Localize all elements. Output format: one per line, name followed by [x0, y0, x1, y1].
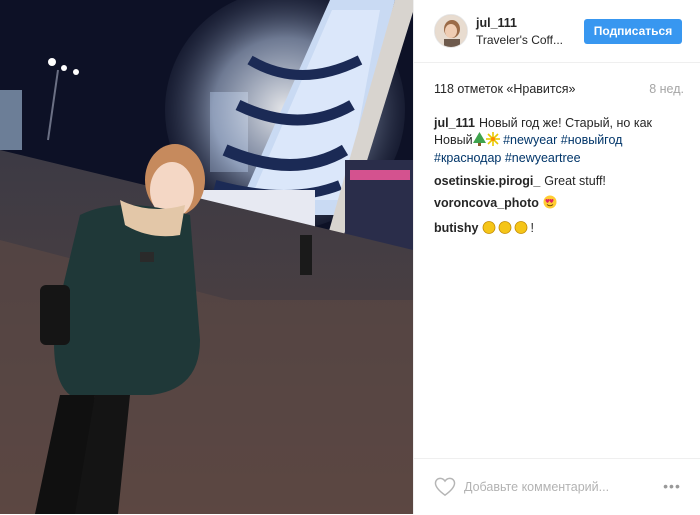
comments-list: jul_111 Новый год же! Старый, но как Новы…	[434, 115, 684, 244]
hashtag[interactable]: #краснодар	[434, 151, 501, 165]
fireworks-emoji	[485, 131, 500, 151]
caption-username[interactable]: jul_111	[434, 116, 475, 130]
night-square-photo	[0, 0, 413, 514]
heart-icon[interactable]	[434, 477, 456, 497]
post-username[interactable]: jul_111	[476, 16, 517, 30]
comment-item: butishy!	[434, 220, 684, 239]
avatar[interactable]	[434, 14, 468, 48]
clapping-hands-emoji	[482, 220, 530, 239]
avatar-image	[435, 15, 467, 47]
comment-item: voroncova_photo	[434, 195, 684, 214]
comment-input[interactable]	[464, 477, 654, 497]
comment-username[interactable]: osetinskie.pirogi_	[434, 174, 540, 188]
caption: jul_111 Новый год же! Старый, но как Новы…	[434, 115, 684, 167]
more-options-icon[interactable]: •••	[660, 479, 684, 493]
comment-text: Great stuff!	[544, 173, 606, 188]
post-side-panel: jul_111 Traveler's Coff... Подписаться 1…	[413, 0, 700, 514]
likes-row: 118 отметок «Нравится» 8 нед.	[434, 82, 684, 96]
hashtag[interactable]: #newyeartree	[505, 151, 581, 165]
follow-button[interactable]: Подписаться	[584, 19, 682, 44]
post-header: jul_111 Traveler's Coff... Подписаться	[414, 0, 700, 63]
comment-username[interactable]: butishy	[434, 221, 478, 235]
post-footer: •••	[414, 458, 700, 515]
comment-text: !	[530, 220, 534, 235]
hashtag[interactable]: #newyear	[503, 133, 557, 147]
post-photo[interactable]	[0, 0, 413, 514]
comment-item: osetinskie.pirogi_ Great stuff!	[434, 173, 684, 190]
heart-eyes-emoji	[543, 195, 557, 214]
tree-emoji	[472, 131, 486, 151]
comment-username[interactable]: voroncova_photo	[434, 196, 539, 210]
hashtag[interactable]: #новыйгод	[561, 133, 623, 147]
instagram-post: jul_111 Traveler's Coff... Подписаться 1…	[0, 0, 700, 514]
post-location[interactable]: Traveler's Coff...	[476, 33, 563, 47]
post-time[interactable]: 8 нед.	[649, 82, 684, 96]
likes-count[interactable]: 118 отметок «Нравится»	[434, 82, 575, 96]
